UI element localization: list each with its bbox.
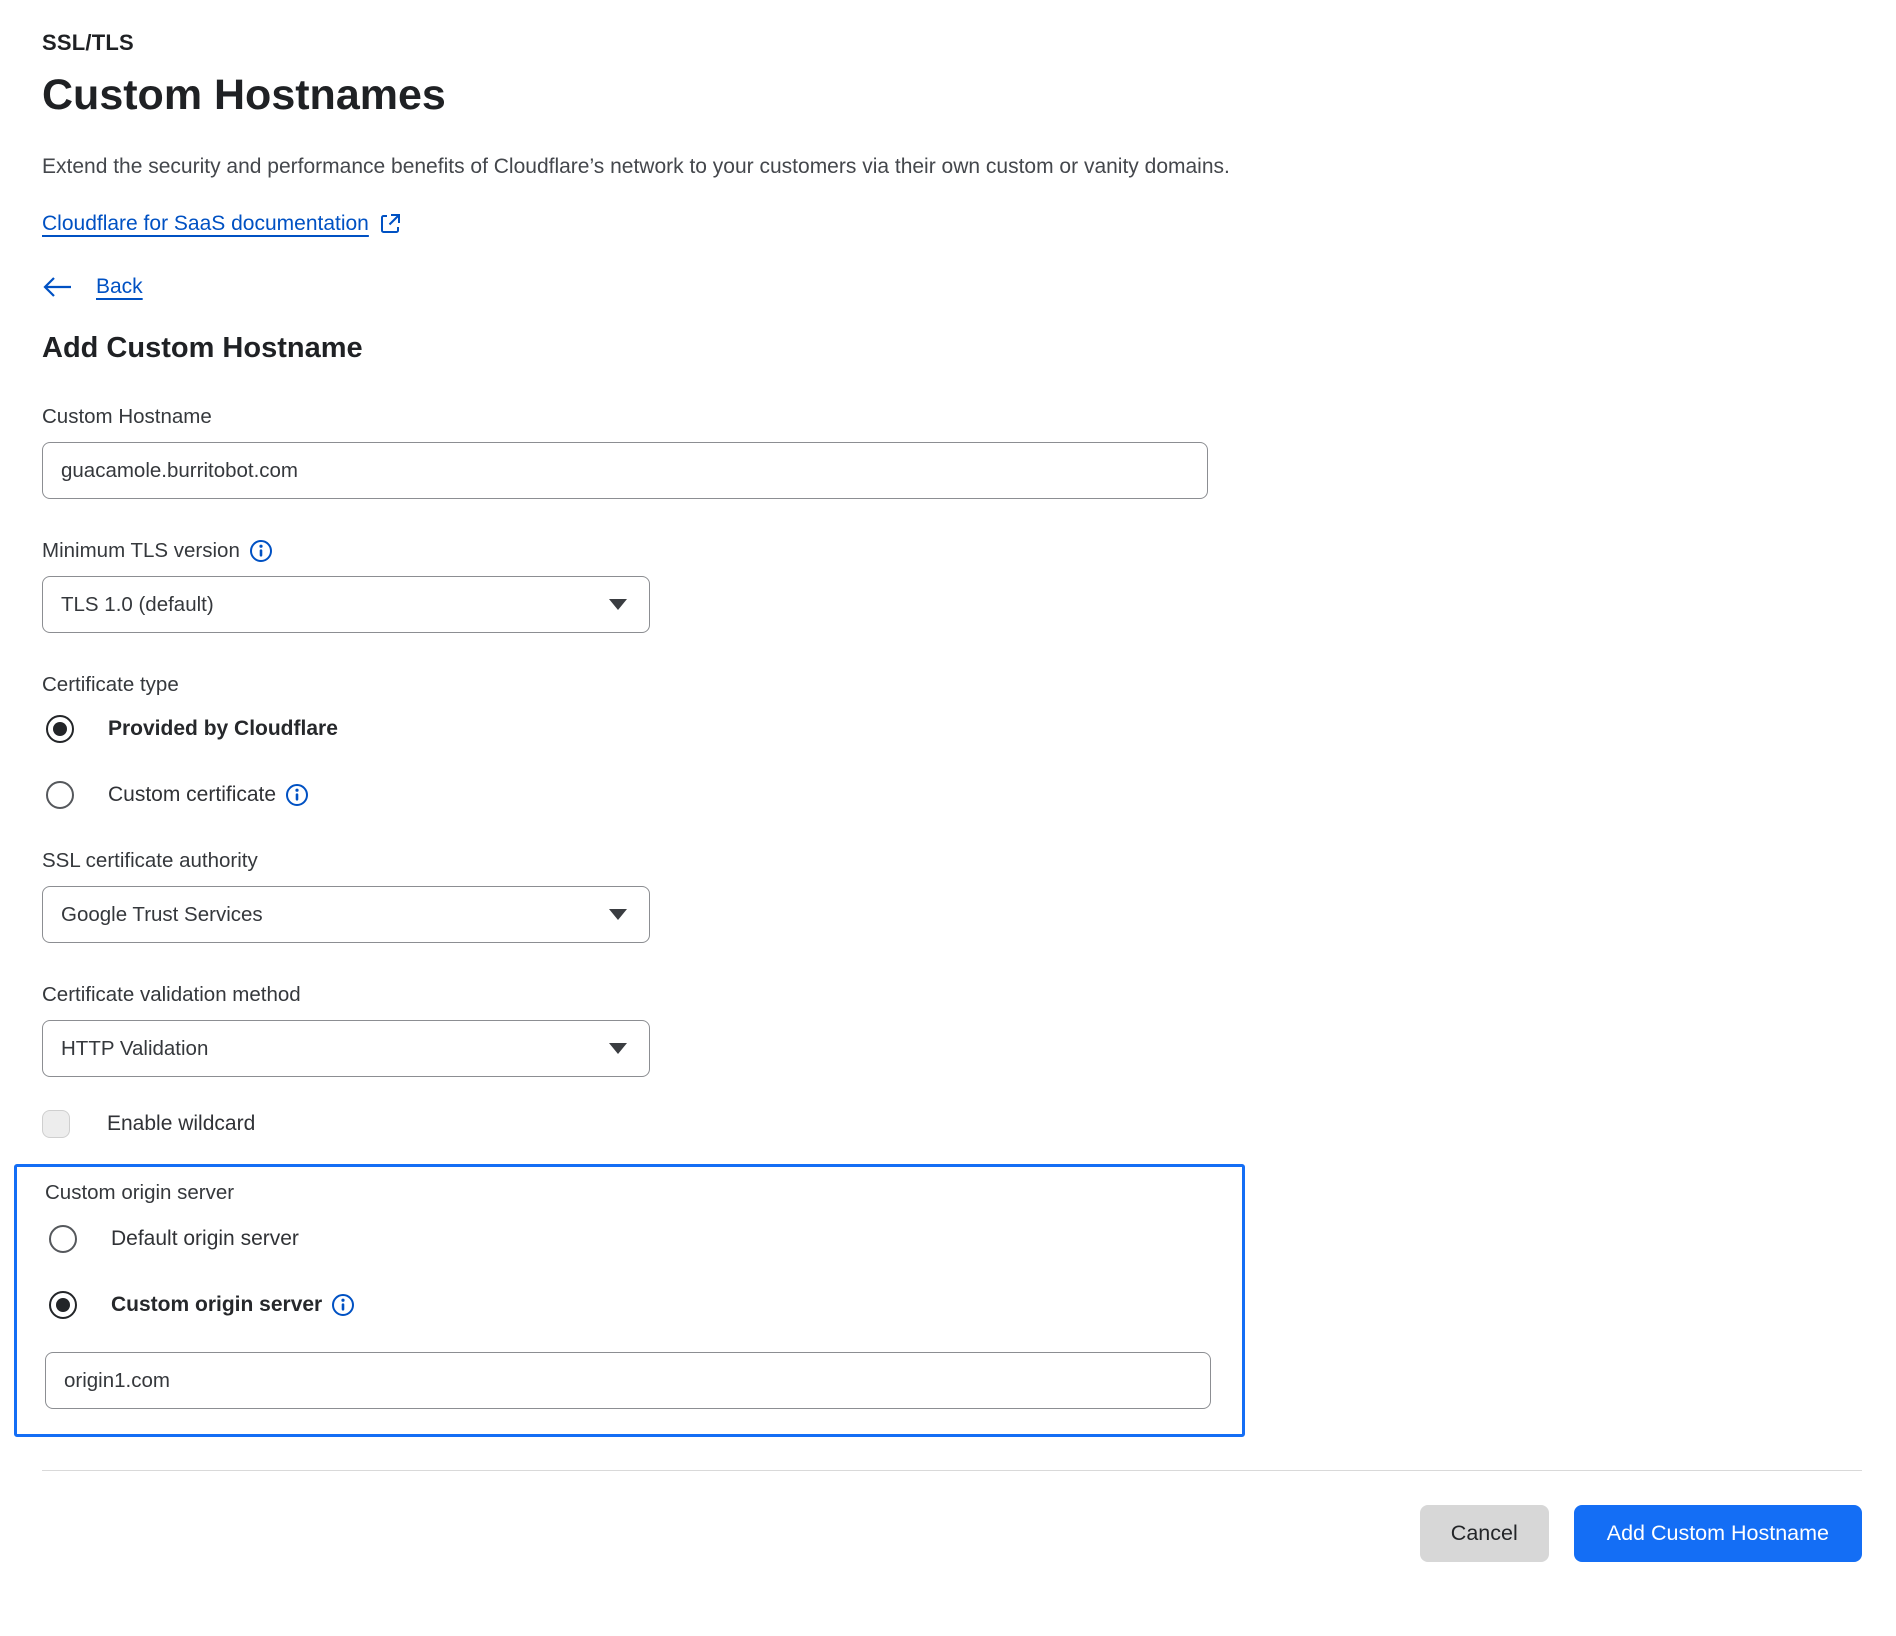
info-icon[interactable]: [249, 539, 273, 563]
validation-method-label: Certificate validation method: [42, 983, 1862, 1007]
back-link[interactable]: Back: [96, 275, 143, 299]
radio-label: Custom certificate: [108, 783, 276, 807]
radio-label-row: Custom certificate: [108, 783, 309, 807]
form-actions: Cancel Add Custom Hostname: [42, 1505, 1862, 1562]
form-heading: Add Custom Hostname: [42, 332, 1862, 365]
add-custom-hostname-button[interactable]: Add Custom Hostname: [1574, 1505, 1862, 1562]
radio-label-row: Custom origin server: [111, 1293, 355, 1317]
custom-origin-server-input[interactable]: [45, 1352, 1211, 1409]
ssl-ca-select[interactable]: Google Trust Services: [42, 886, 650, 943]
saas-documentation-link[interactable]: Cloudflare for SaaS documentation: [42, 212, 369, 236]
radio-selected-icon[interactable]: [49, 1291, 77, 1319]
origin-option-custom[interactable]: Custom origin server: [45, 1291, 1242, 1319]
wildcard-checkbox[interactable]: [42, 1110, 70, 1138]
radio-unselected-icon[interactable]: [46, 781, 74, 809]
info-icon[interactable]: [331, 1293, 355, 1317]
wildcard-label: Enable wildcard: [107, 1112, 255, 1136]
breadcrumb-section-label: SSL/TLS: [42, 30, 1862, 56]
custom-origin-server-section: Custom origin server Default origin serv…: [14, 1164, 1245, 1437]
certificate-type-option-provided[interactable]: Provided by Cloudflare: [42, 715, 1862, 743]
origin-server-label: Custom origin server: [45, 1181, 1242, 1205]
chevron-down-icon: [609, 909, 627, 920]
certificate-type-label: Certificate type: [42, 673, 1862, 697]
validation-method-selected-value: HTTP Validation: [61, 1037, 208, 1061]
page-title: Custom Hostnames: [42, 70, 1862, 120]
back-row: Back: [42, 275, 1862, 299]
min-tls-label-row: Minimum TLS version: [42, 539, 1862, 563]
radio-label: Provided by Cloudflare: [108, 717, 338, 741]
validation-method-select[interactable]: HTTP Validation: [42, 1020, 650, 1077]
min-tls-selected-value: TLS 1.0 (default): [61, 593, 214, 617]
chevron-down-icon: [609, 1043, 627, 1054]
custom-hostname-label: Custom Hostname: [42, 405, 1862, 429]
back-arrow-icon[interactable]: [42, 275, 73, 299]
add-custom-hostname-page: SSL/TLS Custom Hostnames Extend the secu…: [0, 0, 1862, 1562]
ssl-ca-selected-value: Google Trust Services: [61, 903, 263, 927]
radio-label: Default origin server: [111, 1227, 299, 1251]
certificate-type-option-custom[interactable]: Custom certificate: [42, 781, 1862, 809]
custom-hostname-input[interactable]: [42, 442, 1208, 499]
radio-label: Custom origin server: [111, 1293, 322, 1317]
doc-link-row: Cloudflare for SaaS documentation: [42, 211, 1862, 236]
ssl-ca-label: SSL certificate authority: [42, 849, 1862, 873]
radio-unselected-icon[interactable]: [49, 1225, 77, 1253]
external-link-icon: [378, 211, 403, 236]
chevron-down-icon: [609, 599, 627, 610]
min-tls-select[interactable]: TLS 1.0 (default): [42, 576, 650, 633]
cancel-button[interactable]: Cancel: [1420, 1505, 1549, 1562]
min-tls-label: Minimum TLS version: [42, 539, 240, 563]
origin-option-default[interactable]: Default origin server: [45, 1225, 1242, 1253]
divider: [42, 1470, 1862, 1471]
page-description: Extend the security and performance bene…: [42, 153, 1862, 181]
info-icon[interactable]: [285, 783, 309, 807]
radio-selected-icon[interactable]: [46, 715, 74, 743]
enable-wildcard-row[interactable]: Enable wildcard: [42, 1110, 1862, 1138]
